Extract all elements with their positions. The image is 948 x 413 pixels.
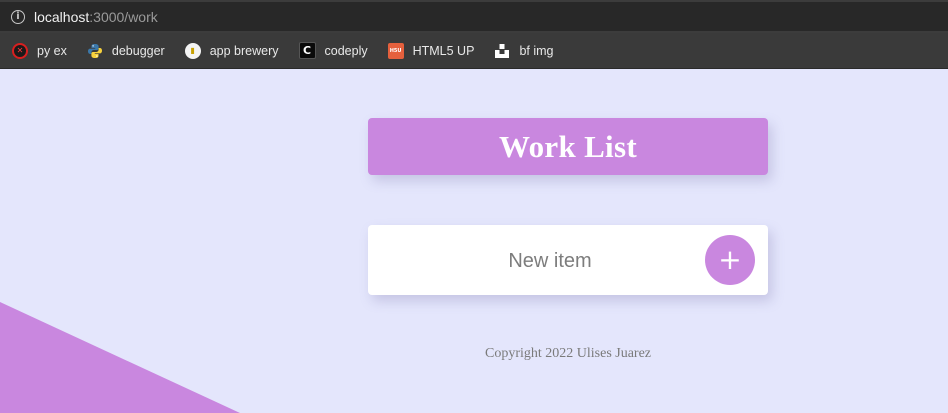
info-icon[interactable]: i xyxy=(11,9,25,24)
bookmark-label: bf img xyxy=(519,43,554,58)
bookmark-app-brewery[interactable]: ▮ app brewery xyxy=(173,38,287,64)
bookmark-html5-up[interactable]: H5U HTML5 UP xyxy=(376,38,483,64)
copyright-footer: Copyright 2022 Ulises Juarez xyxy=(484,346,652,361)
app-brewery-icon: ▮ xyxy=(184,42,201,59)
bookmark-codeply[interactable]: C codeply xyxy=(287,38,376,64)
browser-address-bar: i localhost:3000/work xyxy=(0,0,948,33)
add-item-button[interactable]: + xyxy=(705,235,755,285)
python-exercise-icon: ✕ xyxy=(12,42,28,59)
bookmark-label: HTML5 UP xyxy=(412,43,475,58)
list-heading-box: Work List xyxy=(368,118,768,175)
bookmark-label: py ex xyxy=(37,43,67,58)
url-host: localhost xyxy=(34,8,90,25)
bf-img-icon xyxy=(494,43,510,59)
list-title: Work List xyxy=(499,128,637,164)
bookmark-label: app brewery xyxy=(209,43,279,58)
url-field[interactable]: i localhost:3000/work xyxy=(0,2,948,31)
bookmark-label: debugger xyxy=(111,43,165,58)
new-item-input[interactable] xyxy=(428,241,672,281)
url-text[interactable]: localhost:3000/work xyxy=(34,9,158,25)
bookmark-py-ex[interactable]: ✕ py ex xyxy=(0,38,75,64)
codeply-icon: C xyxy=(298,42,316,59)
url-path: :3000/work xyxy=(89,8,158,25)
new-item-form: + xyxy=(368,225,768,295)
bookmark-bf-img[interactable]: bf img xyxy=(482,38,561,64)
bookmark-label: codeply xyxy=(324,43,368,58)
bookmarks-bar: ✕ py ex debugger ▮ app brewery C codeply… xyxy=(0,33,948,69)
page: i localhost:3000/work ✕ py ex debugger ▮… xyxy=(0,0,948,413)
python-logo-icon xyxy=(87,43,103,59)
decorative-corner-triangle xyxy=(0,302,240,413)
html5-up-icon: H5U xyxy=(387,42,404,59)
bookmark-debugger[interactable]: debugger xyxy=(75,38,173,64)
